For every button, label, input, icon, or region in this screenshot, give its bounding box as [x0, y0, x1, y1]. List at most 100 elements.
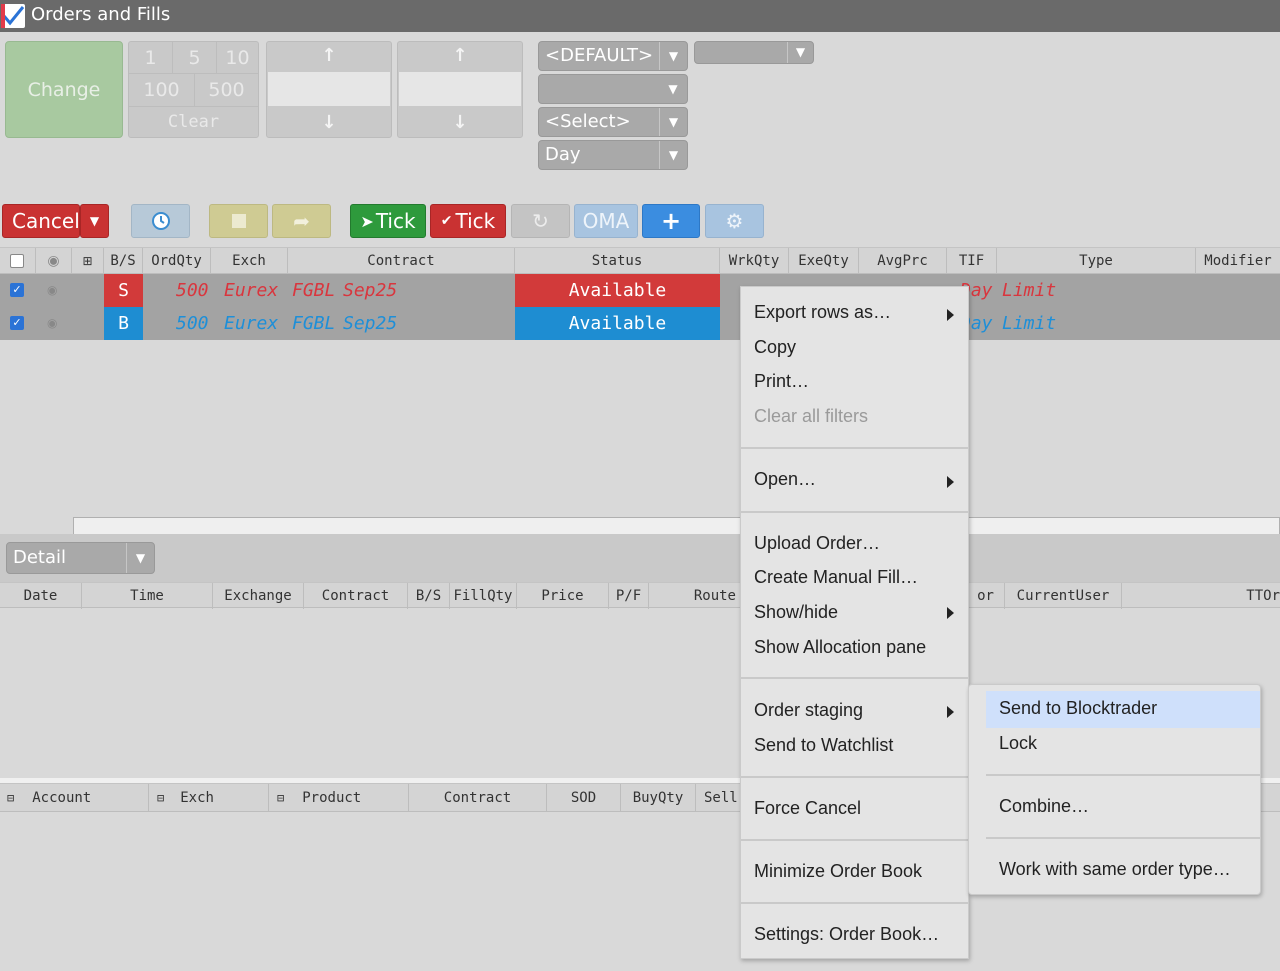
- col-contract[interactable]: Contract: [409, 784, 547, 812]
- side-cell: B: [104, 307, 143, 340]
- table-row[interactable]: ✓ ◉ B 500 Eurex FGBL Sep25 Available Day…: [0, 307, 1280, 340]
- chevron-down-icon: ▼: [126, 543, 154, 573]
- menu-item-show-hide[interactable]: Show/hide: [754, 602, 838, 623]
- col-exchange[interactable]: Exchange: [213, 583, 304, 609]
- col-contract[interactable]: Contract: [288, 248, 515, 274]
- col-ordqty[interactable]: OrdQty: [143, 248, 211, 274]
- expiry-cell: Sep25: [343, 280, 398, 301]
- expand-icon[interactable]: ⊞: [72, 248, 104, 274]
- col-modifier[interactable]: Modifier: [1196, 248, 1280, 274]
- collapse-icon[interactable]: ⊟: [277, 791, 284, 805]
- oma-button[interactable]: OMA: [574, 204, 638, 238]
- window-title: Orders and Fills: [31, 4, 171, 25]
- chevron-down-icon: ▼: [787, 42, 813, 63]
- col-tif[interactable]: TIF: [947, 248, 997, 274]
- refresh-button[interactable]: ↻: [511, 204, 570, 238]
- window-checkbox[interactable]: [1, 4, 25, 28]
- account-dropdown[interactable]: <DEFAULT> ▼: [538, 41, 688, 71]
- col-status[interactable]: Status: [515, 248, 720, 274]
- menu-item-upload-order[interactable]: Upload Order…: [754, 533, 880, 554]
- horizontal-scrollbar[interactable]: [73, 517, 1280, 535]
- collapse-icon[interactable]: ⊟: [157, 791, 164, 805]
- quantity-input[interactable]: [268, 72, 390, 106]
- col-avgprc[interactable]: AvgPrc: [859, 248, 947, 274]
- menu-item-show-allocation[interactable]: Show Allocation pane: [754, 637, 926, 658]
- menu-item-minimize-order-book[interactable]: Minimize Order Book: [754, 861, 922, 882]
- qty-button-10[interactable]: 10: [217, 42, 258, 74]
- history-button[interactable]: [131, 204, 190, 238]
- arrow-down-icon[interactable]: ↓: [398, 112, 522, 133]
- qty-button-5[interactable]: 5: [173, 42, 217, 74]
- tick-up-button[interactable]: ➤ Tick: [350, 204, 426, 238]
- col-type[interactable]: Type: [997, 248, 1196, 274]
- col-sod[interactable]: SOD: [547, 784, 621, 812]
- col-currentuser[interactable]: CurrentUser: [1005, 583, 1122, 609]
- menu-item-clear-filters: Clear all filters: [754, 406, 869, 426]
- qty-button-100[interactable]: 100: [129, 74, 195, 107]
- cancel-dropdown-button[interactable]: ▼: [80, 204, 109, 238]
- col-bs[interactable]: B/S: [408, 583, 450, 609]
- col-exeqty[interactable]: ExeQty: [789, 248, 859, 274]
- menu-item-order-staging[interactable]: Order staging: [754, 700, 863, 721]
- col-buyqty[interactable]: BuyQty: [621, 784, 696, 812]
- col-time[interactable]: Time: [82, 583, 213, 609]
- status-cell: Available: [515, 307, 720, 340]
- table-row[interactable]: ✓ ◉ S 500 Eurex FGBL Sep25 Available Day…: [0, 274, 1280, 307]
- select-dropdown[interactable]: <Select> ▼: [538, 107, 688, 137]
- extra-dropdown[interactable]: ▼: [694, 41, 814, 64]
- qty-button-500[interactable]: 500: [195, 74, 258, 107]
- redo-button[interactable]: ➦: [272, 204, 331, 238]
- col-exch[interactable]: ⊟ Exch: [149, 784, 269, 812]
- qty-button-1[interactable]: 1: [129, 42, 173, 74]
- menu-item-open[interactable]: Open…: [754, 469, 816, 490]
- detail-dropdown[interactable]: Detail ▼: [6, 542, 155, 574]
- algo-button[interactable]: ⚙: [705, 204, 764, 238]
- row-checkbox[interactable]: ✓: [10, 316, 24, 330]
- col-bs[interactable]: B/S: [104, 248, 143, 274]
- stop-button[interactable]: [209, 204, 268, 238]
- menu-item-settings-order-book[interactable]: Settings: Order Book…: [754, 924, 939, 945]
- eye-icon[interactable]: ◉: [47, 274, 57, 307]
- menu-item-work-same-order-type[interactable]: Work with same order type…: [999, 859, 1231, 880]
- tick-down-button[interactable]: ✔ Tick: [430, 204, 506, 238]
- menu-item-combine[interactable]: Combine…: [999, 796, 1089, 817]
- arrow-up-icon[interactable]: ↑: [267, 45, 391, 66]
- col-wrkqty[interactable]: WrkQty: [720, 248, 789, 274]
- col-price[interactable]: Price: [517, 583, 609, 609]
- col-operator[interactable]: or: [967, 583, 1005, 609]
- col-product[interactable]: ⊟ Product: [269, 784, 409, 812]
- eye-icon[interactable]: ◉: [36, 248, 72, 274]
- col-contract[interactable]: Contract: [304, 583, 408, 609]
- chevron-down-icon: ▼: [659, 108, 687, 136]
- col-fillqty[interactable]: FillQty: [450, 583, 517, 609]
- price-input[interactable]: [399, 72, 521, 106]
- col-date[interactable]: Date: [0, 583, 82, 609]
- col-ttorder[interactable]: TTOr: [1122, 583, 1280, 609]
- row-checkbox[interactable]: ✓: [10, 283, 24, 297]
- menu-item-export-rows[interactable]: Export rows as…: [754, 302, 891, 323]
- type-cell: Limit: [1002, 280, 1057, 301]
- col-pf[interactable]: P/F: [609, 583, 649, 609]
- stop-icon: [231, 214, 246, 228]
- menu-item-send-to-blocktrader[interactable]: Send to Blocktrader: [999, 698, 1157, 719]
- fills-grid-header: Date Time Exchange Contract B/S FillQty …: [0, 582, 1280, 609]
- menu-item-print[interactable]: Print…: [754, 371, 809, 392]
- col-exch[interactable]: Exch: [211, 248, 288, 274]
- cancel-button[interactable]: Cancel: [2, 204, 80, 238]
- menu-item-create-manual-fill[interactable]: Create Manual Fill…: [754, 567, 918, 588]
- arrow-down-icon[interactable]: ↓: [267, 112, 391, 133]
- menu-item-copy[interactable]: Copy: [754, 337, 796, 358]
- eye-icon[interactable]: ◉: [47, 307, 57, 340]
- change-button[interactable]: Change: [5, 41, 123, 138]
- collapse-icon[interactable]: ⊟: [7, 791, 14, 805]
- menu-item-force-cancel[interactable]: Force Cancel: [754, 798, 861, 819]
- add-order-button[interactable]: +: [642, 204, 700, 238]
- tif-dropdown[interactable]: Day ▼: [538, 140, 688, 170]
- select-all-checkbox[interactable]: [10, 254, 24, 268]
- clear-button[interactable]: Clear: [129, 107, 258, 137]
- menu-item-lock[interactable]: Lock: [999, 733, 1037, 754]
- menu-item-send-to-watchlist[interactable]: Send to Watchlist: [754, 735, 893, 756]
- col-account[interactable]: ⊟ Account: [0, 784, 149, 812]
- secondary-dropdown[interactable]: ▼: [538, 74, 688, 104]
- arrow-up-icon[interactable]: ↑: [398, 45, 522, 66]
